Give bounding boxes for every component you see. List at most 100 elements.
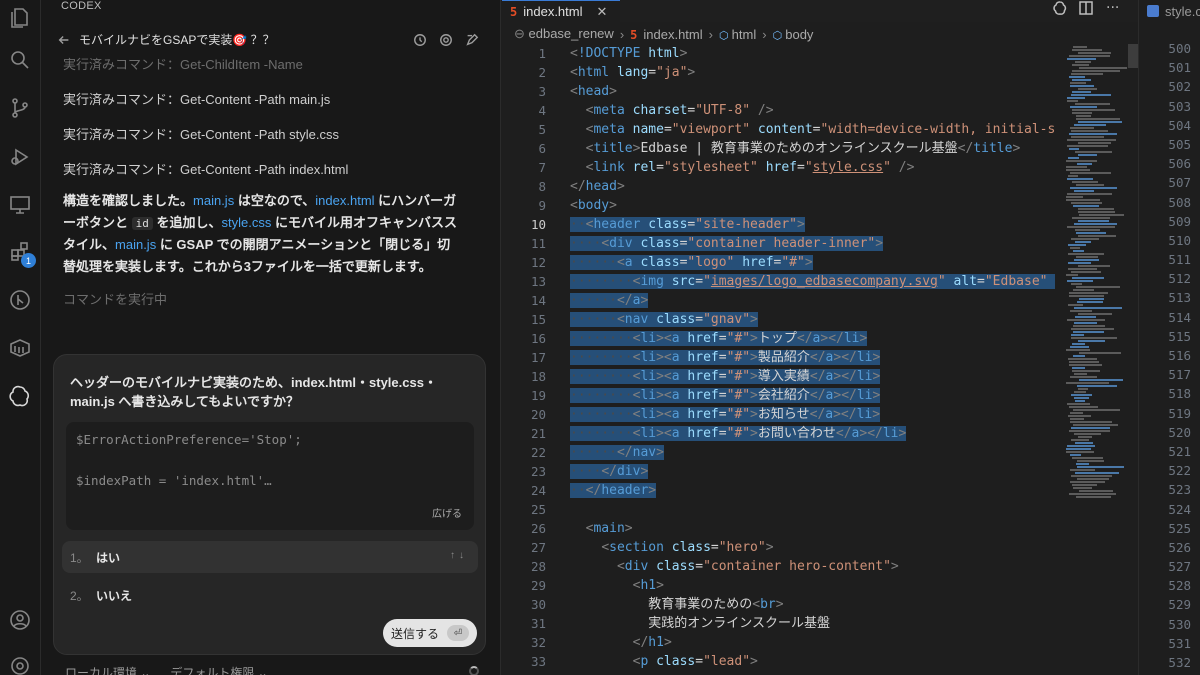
minimap-line	[1069, 430, 1110, 432]
breadcrumb-item[interactable]: ⊖ edbase_renew	[514, 26, 614, 42]
line-number: 506	[1168, 156, 1191, 172]
line-number: 513	[1168, 290, 1191, 306]
file-link-style-css[interactable]: style.css	[222, 215, 272, 230]
option-yes[interactable]: 1。 はい ↑↓	[62, 541, 478, 573]
send-button[interactable]: 送信する ⏎	[383, 619, 477, 647]
minimap-line	[1074, 373, 1087, 375]
minimap-line	[1072, 64, 1089, 66]
account-icon[interactable]	[6, 606, 34, 634]
approval-question: ヘッダーのモバイルナビ実装のため、index.html・style.css・ma…	[70, 375, 437, 409]
minimap[interactable]	[1062, 44, 1127, 504]
line-number: 507	[1168, 175, 1191, 191]
minimap-line	[1066, 274, 1078, 276]
remote-explorer-icon[interactable]	[6, 191, 34, 219]
minimap-line	[1077, 385, 1117, 387]
minimap-line	[1075, 103, 1110, 105]
environment-selector[interactable]: ローカル環境 ⌄	[65, 664, 150, 675]
minimap-line	[1076, 184, 1104, 186]
minimap-line	[1070, 172, 1111, 174]
line-number: 521	[1168, 443, 1191, 459]
command-log-item[interactable]: 実行済みコマンド：Get-ChildItem -Name	[63, 54, 303, 73]
back-arrow-icon[interactable]	[57, 32, 71, 46]
run-debug-icon[interactable]	[6, 143, 34, 171]
breadcrumb-label: html	[731, 26, 757, 42]
source-control-icon[interactable]	[6, 94, 34, 122]
minimap-line	[1079, 298, 1104, 300]
git-repo-icon: ⊖	[514, 26, 529, 41]
extensions-icon[interactable]: 1	[6, 238, 36, 268]
codex-editor-icon[interactable]	[1052, 0, 1070, 18]
chevron-right-icon: ›	[708, 26, 713, 42]
minimap-line	[1078, 235, 1116, 237]
extensions-badge: 1	[21, 253, 36, 268]
line-number: 27	[530, 540, 546, 555]
explorer-icon[interactable]	[6, 4, 34, 32]
minimap-line	[1069, 493, 1116, 495]
option-no[interactable]: 2。 いいえ	[62, 579, 478, 611]
codex-icon[interactable]	[6, 382, 34, 410]
minimap-line	[1074, 190, 1094, 192]
expand-button[interactable]: 広げる	[432, 505, 462, 520]
minimap-line	[1070, 412, 1083, 414]
minimap-line	[1077, 478, 1109, 480]
msg-text: は空なので、	[234, 193, 316, 208]
minimap-line	[1069, 361, 1099, 363]
git-lens-icon[interactable]	[6, 286, 34, 314]
containers-icon[interactable]	[6, 334, 34, 362]
minimap-line	[1073, 250, 1084, 252]
vertical-scrollbar[interactable]	[1128, 44, 1138, 68]
minimap-line	[1067, 193, 1112, 195]
line-number: 6	[538, 141, 546, 156]
minimap-line	[1071, 394, 1092, 396]
minimap-line	[1067, 145, 1108, 147]
panel-title: CODEX	[61, 0, 102, 12]
close-icon[interactable]: ✕	[596, 4, 607, 20]
line-number-gutter: 500 501 502 503 504 505 506 507 508 509 510 511 512 5…	[1139, 39, 1200, 672]
tab-index-html[interactable]: 5 index.html ✕	[502, 0, 620, 22]
line-number: 529	[1168, 597, 1191, 613]
search-icon[interactable]	[6, 46, 34, 74]
minimap-line	[1076, 256, 1098, 258]
minimap-line	[1072, 367, 1085, 369]
line-number: 4	[538, 103, 546, 118]
line-number: 523	[1168, 482, 1191, 498]
minimap-line	[1075, 241, 1091, 243]
permission-selector[interactable]: デフォルト権限 ⌄	[170, 664, 267, 675]
code-line: <title>Edbase | 教育事業のためのオンラインスクール基盤</tit…	[585, 141, 1021, 156]
minimap-line	[1072, 112, 1092, 114]
command-log-item[interactable]: 実行済みコマンド：Get-Content -Path index.html	[63, 159, 348, 178]
file-link-main-js[interactable]: main.js	[115, 237, 156, 252]
minimap-line	[1068, 253, 1104, 255]
minimap-line	[1066, 160, 1097, 162]
more-actions-icon[interactable]: ···	[1106, 0, 1124, 18]
command-log-item[interactable]: 実行済みコマンド：Get-Content -Path main.js	[63, 89, 330, 108]
code-content[interactable]: <!DOCTYPE html> <html lang="ja"> <head> …	[570, 44, 1055, 671]
minimap-line	[1069, 364, 1102, 366]
file-link-index-html[interactable]: index.html	[315, 193, 374, 208]
minimap-line	[1078, 211, 1115, 213]
split-editor-icon[interactable]	[1078, 0, 1096, 18]
breadcrumb-item[interactable]: ⬡ body	[773, 27, 814, 42]
command-log-item[interactable]: 実行済みコマンド：Get-Content -Path style.css	[63, 124, 339, 143]
minimap-line	[1076, 496, 1111, 498]
minimap-line	[1078, 88, 1097, 90]
minimap-line	[1068, 262, 1091, 264]
settings-gear-icon[interactable]	[6, 652, 34, 675]
line-number: 501	[1168, 60, 1191, 76]
line-number: 532	[1168, 655, 1191, 670]
breadcrumb-item[interactable]: 5 index.html	[630, 27, 702, 42]
minimap-line	[1072, 370, 1100, 372]
minimap-line	[1070, 481, 1105, 483]
minimap-line	[1067, 226, 1115, 228]
history-icon[interactable]	[413, 32, 427, 46]
breadcrumb-item[interactable]: ⬡ html	[719, 27, 756, 42]
new-thread-icon[interactable]	[465, 32, 479, 46]
line-number: 3	[538, 84, 546, 99]
line-number: 531	[1168, 635, 1191, 651]
tab-style-css[interactable]: style.css	[1147, 0, 1200, 22]
file-link-main-js[interactable]: main.js	[193, 193, 234, 208]
minimap-line	[1076, 463, 1089, 465]
settings-icon[interactable]	[439, 32, 453, 46]
line-number: 18	[530, 369, 546, 384]
line-number: 17	[530, 350, 546, 365]
